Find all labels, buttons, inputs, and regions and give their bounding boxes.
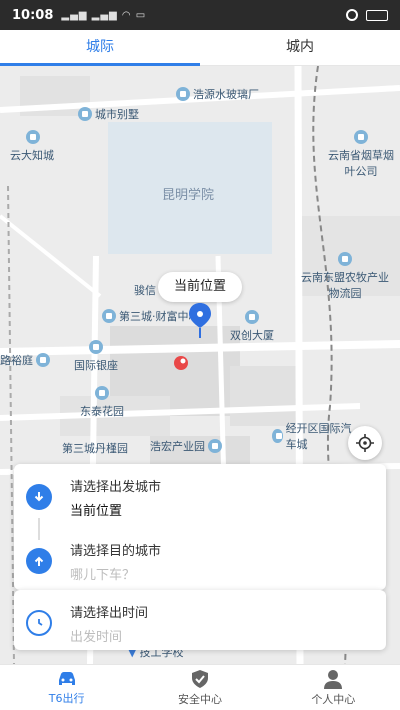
building-icon bbox=[78, 107, 92, 121]
departure-icon bbox=[26, 484, 52, 510]
building-icon bbox=[176, 87, 190, 101]
shield-icon bbox=[191, 669, 208, 688]
departure-city-row[interactable]: 请选择出发城市 当前位置 bbox=[14, 464, 386, 524]
nav-safety-center[interactable]: 安全中心 bbox=[133, 665, 266, 710]
tab-intercity[interactable]: 城际 bbox=[0, 30, 200, 66]
battery-icon bbox=[366, 9, 388, 21]
building-icon bbox=[102, 309, 116, 323]
red-marker-icon bbox=[174, 356, 188, 370]
nav-t6-travel[interactable]: T6出行 bbox=[0, 665, 133, 710]
crosshair-icon bbox=[356, 434, 374, 452]
departure-title: 请选择出发城市 bbox=[70, 480, 162, 495]
trip-route-card: 请选择出发城市 当前位置 请选择目的城市 哪儿下车？ bbox=[14, 464, 386, 590]
poi[interactable]: 经开区国际汽车城 bbox=[272, 420, 352, 452]
building-icon bbox=[354, 130, 368, 144]
poi[interactable]: 国际银座 bbox=[74, 340, 118, 373]
nav-label: T6出行 bbox=[48, 691, 85, 705]
destination-city-row[interactable]: 请选择目的城市 哪儿下车？ bbox=[14, 528, 386, 588]
building-icon bbox=[245, 310, 259, 324]
poi[interactable]: 第三城丹槿园 bbox=[62, 440, 128, 456]
map-block bbox=[230, 366, 300, 426]
poi[interactable]: 双创大厦 bbox=[230, 310, 274, 343]
poi[interactable]: 浩宏产业园 bbox=[150, 438, 222, 454]
poi[interactable]: 浩源水玻璃厂 bbox=[176, 86, 259, 102]
nav-personal-center[interactable]: 个人中心 bbox=[267, 665, 400, 710]
nav-label: 安全中心 bbox=[177, 692, 222, 706]
campus-label: 昆明学院 bbox=[162, 188, 215, 203]
poi[interactable]: 云南东盟农牧产业物流园 bbox=[300, 252, 390, 301]
road bbox=[0, 340, 400, 356]
poi[interactable]: 城市别墅 bbox=[78, 106, 139, 122]
poi[interactable]: 云大知城 bbox=[10, 130, 54, 163]
departure-value: 当前位置 bbox=[70, 504, 123, 519]
nav-label: 个人中心 bbox=[311, 692, 356, 706]
destination-input[interactable]: 哪儿下车？ bbox=[70, 564, 135, 583]
destination-title: 请选择目的城市 bbox=[70, 544, 162, 559]
road bbox=[0, 214, 102, 298]
alarm-icon bbox=[346, 9, 358, 21]
poi[interactable]: 云南省烟草烟叶公司 bbox=[328, 130, 394, 179]
current-location-tooltip: 当前位置 bbox=[158, 272, 242, 302]
trip-type-tabs: 城际 城内 bbox=[0, 30, 400, 66]
departure-time-row[interactable]: 请选择出时间 出发时间 bbox=[14, 590, 386, 650]
departure-time-card: 请选择出时间 出发时间 bbox=[14, 590, 386, 650]
building-icon bbox=[95, 386, 109, 400]
building-icon bbox=[272, 429, 283, 443]
tab-intracity[interactable]: 城内 bbox=[200, 30, 400, 65]
building-icon bbox=[208, 439, 222, 453]
poi[interactable]: 第三城·财富中心 bbox=[102, 308, 200, 324]
poi[interactable]: 骏信 bbox=[134, 282, 156, 298]
location-pin-icon bbox=[189, 303, 211, 338]
status-time: 10:08 bbox=[12, 7, 54, 23]
building-icon bbox=[89, 340, 103, 354]
building-icon bbox=[36, 353, 50, 367]
clock-icon bbox=[26, 610, 52, 636]
recenter-button[interactable] bbox=[348, 426, 382, 460]
time-title: 请选择出时间 bbox=[70, 606, 149, 621]
signal-icon: ▂▄▆ ▂▄▆ ◠ ▭ bbox=[61, 9, 147, 21]
destination-icon bbox=[26, 548, 52, 574]
car-icon bbox=[58, 671, 75, 685]
user-icon bbox=[324, 669, 343, 689]
poi[interactable]: 路裕庭 bbox=[0, 352, 50, 368]
poi[interactable]: 东泰花园 bbox=[80, 386, 124, 419]
bottom-nav: T6出行 安全中心 个人中心 bbox=[0, 664, 400, 710]
time-input[interactable]: 出发时间 bbox=[70, 626, 122, 645]
building-icon bbox=[26, 130, 40, 144]
status-bar: 10:08 ▂▄▆ ▂▄▆ ◠ ▭ bbox=[0, 0, 400, 30]
building-icon bbox=[338, 252, 352, 266]
